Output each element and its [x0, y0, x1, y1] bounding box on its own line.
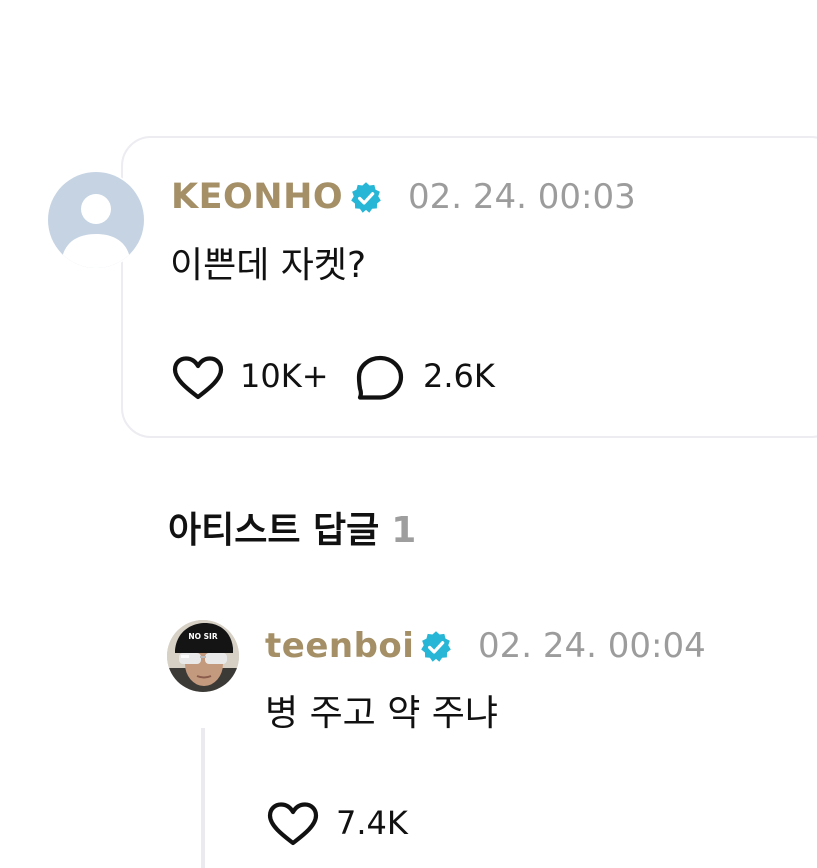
reply-timestamp: 02. 24. 00:04: [478, 626, 706, 666]
heart-outline-icon[interactable]: [172, 355, 224, 401]
comment-reply-count: 2.6K: [423, 357, 495, 395]
verified-badge-icon: [419, 630, 453, 664]
verified-badge-icon: [349, 181, 383, 215]
reply-text: 병 주고 약 주냐: [265, 693, 499, 734]
reply-like-count: 7.4K: [336, 804, 408, 842]
artist-replies-heading: 아티스트 답글 1: [168, 507, 416, 555]
reply-thread-line: [201, 728, 205, 868]
avatar-photo: NO SIR: [167, 620, 239, 692]
speech-bubble-icon[interactable]: [355, 354, 405, 402]
comment-author-avatar[interactable]: [48, 172, 144, 268]
heart-outline-icon[interactable]: [267, 801, 319, 847]
cap-text: NO SIR: [188, 632, 217, 641]
default-user-icon: [61, 194, 131, 268]
reply-author-avatar[interactable]: NO SIR: [167, 620, 239, 692]
comment-author-name[interactable]: KEONHO: [171, 175, 343, 219]
comment-text: 이쁜데 자켓?: [170, 245, 367, 286]
comment-timestamp: 02. 24. 00:03: [408, 177, 636, 217]
artist-replies-count: 1: [391, 510, 417, 551]
comment-like-count: 10K+: [240, 357, 329, 395]
reply-author-name[interactable]: teenboi: [265, 624, 414, 668]
artist-replies-title: 아티스트 답글: [168, 510, 380, 551]
